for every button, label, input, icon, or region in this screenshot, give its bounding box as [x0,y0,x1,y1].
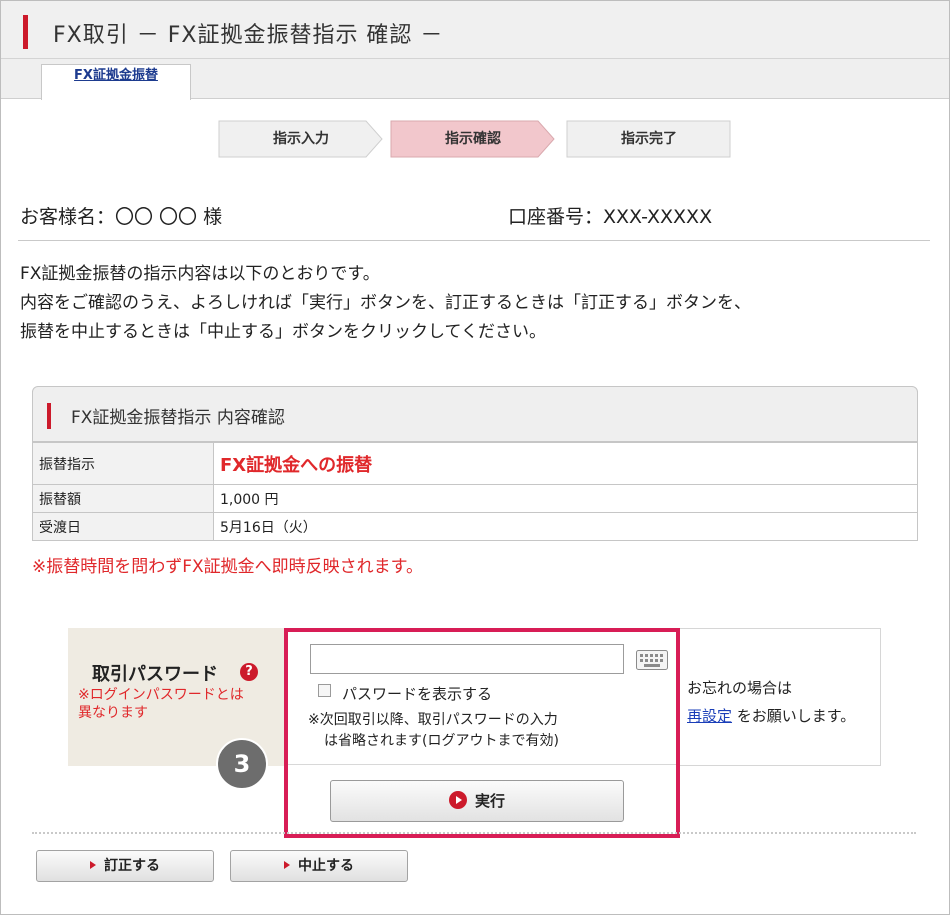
help-icon[interactable]: ? [240,663,258,681]
execute-button[interactable]: 実行 [330,780,624,822]
step-input-label: 指示入力 [273,131,329,147]
panel-accent-bar [47,403,51,429]
step-complete: 指示完了 [566,120,732,158]
detail-table: 振替指示 FX証拠金への振替 振替額 1,000 円 受渡日 5月16日（火） [32,442,918,541]
tab-label: FX証拠金振替 [74,68,158,83]
tab-fx-transfer[interactable]: FX証拠金振替 [41,64,191,100]
table-row: 受渡日 5月16日（火） [32,512,918,541]
password-note-line-1: ※ログインパスワードとは [78,687,244,703]
confirm-panel: FX証拠金振替指示 内容確認 振替指示 FX証拠金への振替 振替額 1,000 … [32,386,918,541]
password-input[interactable] [310,644,624,674]
step-confirm: 指示確認 [390,120,556,158]
divider [18,240,930,241]
tab-bar: FX証拠金振替 [1,59,949,100]
step-number-badge: 3 [216,738,268,790]
page-title: FX取引 － FX証拠金振替指示 確認 － [53,23,444,48]
save-note-line-1: ※次回取引以降、取引パスワードの入力 [308,712,558,728]
step-input: 指示入力 [218,120,384,158]
dotted-divider [32,832,916,834]
intro-text: FX証拠金振替の指示内容は以下のとおりです。 内容をご確認のうえ、よろしければ「… [20,260,751,347]
cancel-button[interactable]: 中止する [230,850,408,882]
triangle-right-icon [284,861,290,869]
forgot-prefix: お忘れの場合は [687,679,793,697]
show-password-checkbox[interactable] [318,684,331,697]
cancel-label: 中止する [298,858,354,874]
reflection-notice: ※振替時間を問わずFX証拠金へ即時反映されます。 [32,557,423,577]
password-note: ※ログインパスワードとは 異なります [78,686,244,722]
transfer-type-value: FX証拠金への振替 [220,454,373,476]
play-icon [448,791,467,809]
forgot-line: 再設定 をお願いします。 [687,705,855,726]
header-accent-bar [23,15,28,49]
row-label: 振替指示 [32,442,214,485]
row-value: 1,000 円 [213,484,918,513]
correct-label: 訂正する [104,858,160,874]
password-label: 取引パスワード [92,664,218,685]
triangle-right-icon [90,861,96,869]
correct-button[interactable]: 訂正する [36,850,214,882]
row-value: 5月16日（火） [213,512,918,541]
account-number: 口座番号：XXX-XXXXX [508,206,713,228]
save-note-line-2: は省略されます(ログアウトまで有効) [324,733,559,749]
step-complete-label: 指示完了 [621,131,677,147]
row-label: 受渡日 [32,512,214,541]
row-label: 振替額 [32,484,214,513]
customer-name: お客様名：〇〇 〇〇 様 [20,206,223,228]
password-note-line-2: 異なります [78,705,148,721]
reset-link[interactable]: 再設定 [687,707,732,725]
panel-header: FX証拠金振替指示 内容確認 [32,386,918,442]
page-header: FX取引 － FX証拠金振替指示 確認 － [1,1,949,59]
execute-label: 実行 [474,792,505,810]
intro-line-2: 内容をご確認のうえ、よろしければ「実行」ボタンを、訂正するときは「訂正する」ボタ… [20,293,751,313]
show-password-label[interactable]: パスワードを表示する [342,683,492,704]
keyboard-icon[interactable] [636,650,668,670]
inner-divider [288,764,676,765]
intro-line-1: FX証拠金振替の指示内容は以下のとおりです。 [20,264,380,284]
table-row: 振替額 1,000 円 [32,484,918,513]
intro-line-3: 振替を中止するときは「中止する」ボタンをクリックしてください。 [20,322,546,342]
panel-title: FX証拠金振替指示 内容確認 [71,408,285,428]
forgot-suffix: をお願いします。 [732,707,856,725]
step-confirm-label: 指示確認 [445,131,501,147]
table-row: 振替指示 FX証拠金への振替 [32,442,918,485]
password-highlight-box: パスワードを表示する ※次回取引以降、取引パスワードの入力 は省略されます(ログ… [284,628,680,838]
row-value: FX証拠金への振替 [213,442,918,485]
forgot-password-box: お忘れの場合は 再設定 をお願いします。 [680,628,881,766]
save-password-note: ※次回取引以降、取引パスワードの入力 は省略されます(ログアウトまで有効) [308,710,559,752]
